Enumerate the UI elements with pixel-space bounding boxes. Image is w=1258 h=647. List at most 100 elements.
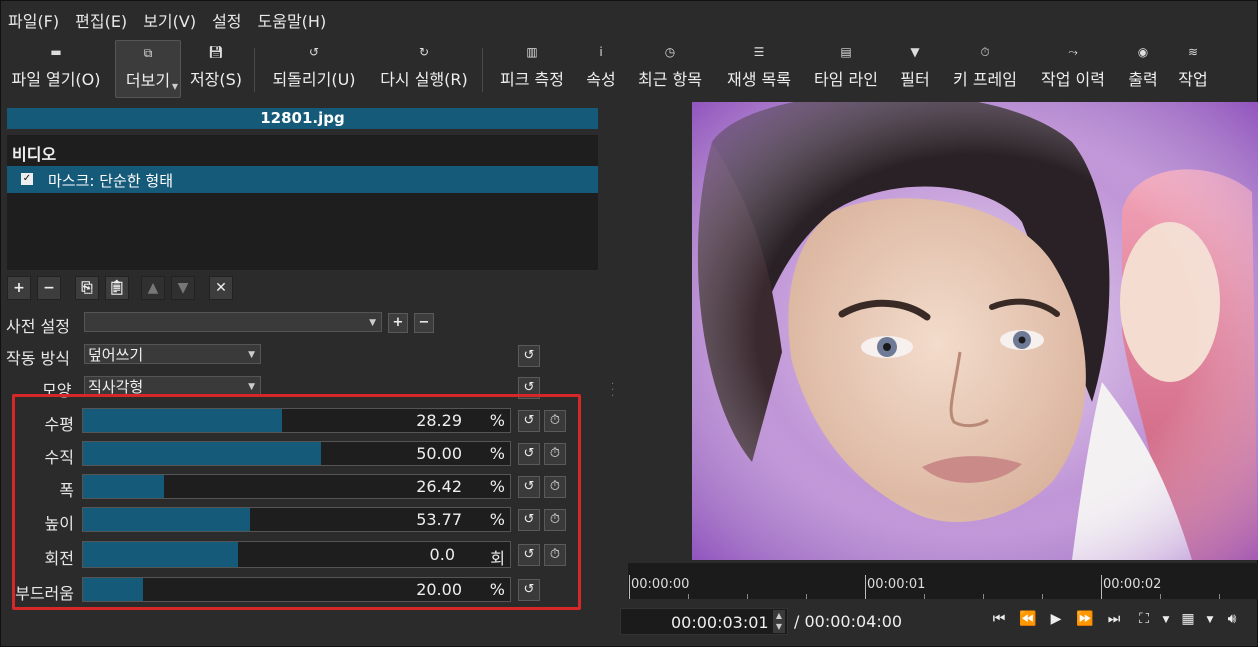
playlist-label: 재생 목록 <box>727 70 791 89</box>
preset-select[interactable]: ▼ <box>84 312 382 332</box>
ruler-minor-tick <box>688 594 689 599</box>
volume-icon[interactable]: 🔊︎ <box>1222 611 1242 627</box>
deselect-filter-button[interactable]: ✕ <box>209 276 233 300</box>
filters-label: 필터 <box>900 70 930 89</box>
move-down-button[interactable]: ▼ <box>171 276 195 300</box>
video-section-header: 비디오 <box>12 145 57 164</box>
clock-icon: ◷ <box>664 45 676 59</box>
operation-label: 작동 방식 <box>6 349 70 368</box>
chevron-down-icon[interactable]: ▼ <box>1200 615 1220 625</box>
move-up-button[interactable]: ▲ <box>141 276 165 300</box>
folder-icon: ▬ <box>50 45 62 59</box>
current-timecode[interactable]: 00:00:03:01 <box>671 613 769 632</box>
ruler-minor-tick <box>983 594 984 599</box>
timeline-label: 타임 라인 <box>814 70 878 89</box>
timecode-spinner[interactable]: ▲ ▼ <box>773 610 785 633</box>
paste-filter-button[interactable]: 📋︎ <box>105 276 129 300</box>
properties-label: 속성 <box>586 70 616 89</box>
database-icon: ≋ <box>1187 45 1199 59</box>
save-label: 저장(S) <box>189 70 243 89</box>
more-button[interactable]: ⧉ 더보기 ▼ <box>115 40 181 98</box>
redo-label: 다시 실행(R) <box>380 70 468 89</box>
operation-select[interactable]: 덮어쓰기 ▼ <box>84 344 261 364</box>
play-icon[interactable]: ▶ <box>1046 611 1066 627</box>
redo-icon: ↻ <box>418 45 430 59</box>
filter-item-mask[interactable]: ✓ 마스크: 단순한 형태 <box>7 166 598 193</box>
preset-label: 사전 설정 <box>6 317 70 336</box>
save-icon: 💾︎ <box>208 45 224 59</box>
copy-filter-button[interactable]: ⎘ <box>75 276 99 300</box>
menu-view[interactable]: 보기(V) <box>135 6 204 34</box>
more-icon: ⧉ <box>143 46 153 60</box>
timecode-input[interactable]: 00:00:03:01 ▲ ▼ <box>620 608 788 635</box>
timeline-ruler[interactable]: 00:00:00 00:00:01 00:00:02 <box>628 563 1258 599</box>
clip-filename: 12801.jpg <box>7 108 598 129</box>
highlight-annotation-box <box>12 394 581 610</box>
ruler-minor-tick <box>924 594 925 599</box>
ruler-tick <box>629 575 630 599</box>
ruler-tick <box>865 575 866 599</box>
history-button[interactable]: ⤳ 작업 이력 <box>1032 40 1114 96</box>
operation-value: 덮어쓰기 <box>88 346 144 364</box>
save-preset-button[interactable]: + <box>388 313 408 333</box>
ruler-minor-tick <box>1160 594 1161 599</box>
undo-label: 되돌리기(U) <box>272 70 356 89</box>
open-file-button[interactable]: ▬ 파일 열기(O) <box>4 40 108 96</box>
stopwatch-icon: ⏱ <box>980 45 990 59</box>
chevron-down-icon: ▼ <box>369 318 376 328</box>
rewind-icon[interactable]: ⏪ <box>1018 611 1038 627</box>
preview-image <box>692 102 1258 560</box>
menu-bar: 파일(F) 편집(E) 보기(V) 설정 도움말(H) <box>0 6 334 34</box>
filters-button[interactable]: ▼ 필터 <box>894 40 936 96</box>
save-button[interactable]: 💾︎ 저장(S) <box>186 40 246 96</box>
fast-forward-icon[interactable]: ⏩ <box>1075 611 1095 627</box>
peak-meter-label: 피크 측정 <box>500 70 564 89</box>
chevron-down-icon: ▼ <box>171 82 178 91</box>
skip-to-end-icon[interactable]: ⏭ <box>1104 611 1124 627</box>
jobs-label: 작업 <box>1178 70 1208 89</box>
ruler-minor-tick <box>747 594 748 599</box>
menu-settings[interactable]: 설정 <box>204 6 249 34</box>
ruler-minor-tick <box>1219 594 1220 599</box>
undo-button[interactable]: ↺ 되돌리기(U) <box>264 40 364 96</box>
delete-preset-button[interactable]: − <box>414 313 434 333</box>
ruler-time-label: 00:00:00 <box>631 577 690 592</box>
chevron-down-icon[interactable]: ▼ <box>1156 615 1176 625</box>
disc-icon: ◉ <box>1137 45 1149 59</box>
menu-edit[interactable]: 편집(E) <box>67 6 135 34</box>
zoom-fit-icon[interactable]: ⛶ <box>1134 611 1154 627</box>
remove-filter-button[interactable]: − <box>37 276 61 300</box>
ruler-tick <box>1101 575 1102 599</box>
panel-splitter-handle[interactable]: · · · <box>611 380 614 402</box>
filter-item-label: 마스크: 단순한 형태 <box>48 172 173 190</box>
add-filter-button[interactable]: + <box>7 276 31 300</box>
filter-enabled-checkbox[interactable]: ✓ <box>21 173 33 185</box>
properties-button[interactable]: i 속성 <box>580 40 622 96</box>
shape-select[interactable]: 직사각형 ▼ <box>84 376 261 396</box>
info-icon: i <box>599 45 603 59</box>
playlist-button[interactable]: ☰ 재생 목록 <box>718 40 800 96</box>
ruler-minor-tick <box>1042 594 1043 599</box>
export-button[interactable]: ◉ 출력 <box>1122 40 1164 96</box>
recent-button[interactable]: ◷ 최근 항목 <box>630 40 710 96</box>
ruler-time-label: 00:00:02 <box>1103 577 1162 592</box>
jobs-button[interactable]: ≋ 작업 <box>1172 40 1214 96</box>
export-label: 출력 <box>1128 70 1158 89</box>
more-label: 더보기 <box>125 71 171 90</box>
menu-file[interactable]: 파일(F) <box>0 6 67 34</box>
timeline-icon: ▤ <box>840 45 852 59</box>
menu-help[interactable]: 도움말(H) <box>250 6 335 34</box>
keyframes-label: 키 프레임 <box>953 70 1017 89</box>
redo-button[interactable]: ↻ 다시 실행(R) <box>374 40 474 96</box>
open-file-label: 파일 열기(O) <box>11 70 101 89</box>
filter-icon: ▼ <box>910 45 920 59</box>
keyframes-button[interactable]: ⏱ 키 프레임 <box>944 40 1026 96</box>
reset-operation-button[interactable]: ↺ <box>518 345 540 367</box>
history-label: 작업 이력 <box>1041 70 1105 89</box>
peak-meter-button[interactable]: ▥ 피크 측정 <box>492 40 572 96</box>
skip-to-start-icon[interactable]: ⏮ <box>989 611 1009 627</box>
grid-icon[interactable]: ▦ <box>1178 611 1198 627</box>
timeline-button[interactable]: ▤ 타임 라인 <box>806 40 886 96</box>
list-icon: ☰ <box>753 45 765 59</box>
ruler-minor-tick <box>806 594 807 599</box>
